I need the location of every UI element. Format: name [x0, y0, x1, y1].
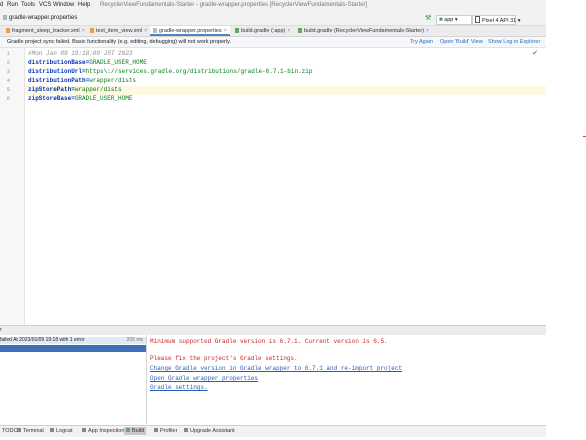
close-icon[interactable]: ×	[144, 28, 147, 34]
run-configuration-label: app	[444, 17, 454, 23]
show-log-link[interactable]: Show Log in Explorer	[488, 38, 540, 46]
terminal-icon	[17, 428, 21, 432]
tab-label: build.gradle (RecyclerViewFundamentals-S…	[304, 28, 425, 34]
tool-window-terminal[interactable]: Terminal	[15, 427, 46, 435]
code-editor[interactable]: #Mon Jan 09 19:18:09 JST 2023 distributi…	[25, 48, 546, 325]
breadcrumb[interactable]: gradle-wrapper.properties	[3, 15, 77, 21]
line-number: 2	[6, 59, 10, 66]
property-key: distributionBase	[28, 59, 86, 66]
tab-label: text_item_view.xml	[96, 28, 143, 34]
window-title: RecyclerViewFundamentals-Starter - gradl…	[100, 2, 368, 8]
code-line: zipStoreBase=GRADLE_USER_HOME	[28, 95, 133, 102]
menu-item-window[interactable]: Window	[53, 2, 74, 8]
line-number: 1	[6, 50, 10, 57]
properties-file-icon	[153, 28, 157, 33]
menu-item-help[interactable]: Help	[78, 2, 90, 8]
property-key: zipStoreBase	[28, 95, 72, 102]
sync-failed-banner: Gradle project sync failed. Basic functi…	[0, 37, 546, 48]
fix-message: Please fix the project's Gradle settings…	[150, 355, 298, 362]
desktop-background	[546, 0, 586, 440]
device-label: Pixel 4 API 31	[482, 18, 517, 24]
property-key: zipStorePath	[28, 86, 72, 93]
build-panel-title: r	[0, 327, 2, 333]
tool-window-bar: TODO Terminal Logcat App Inspection Buil…	[0, 425, 546, 437]
tab-gradle-wrapper-properties[interactable]: gradle-wrapper.properties ×	[150, 26, 230, 36]
xml-file-icon	[90, 28, 94, 33]
tab-label: gradle-wrapper.properties	[159, 28, 222, 34]
build-output: Minimum supported Gradle version is 6.7.…	[147, 335, 546, 424]
property-value: GRADLE_USER_HOME	[74, 95, 133, 102]
navigation-bar: gradle-wrapper.properties ⚒ ■ app ▾ Pixe…	[0, 14, 546, 26]
hammer-icon	[126, 428, 130, 432]
tool-window-profiler[interactable]: Profiler	[152, 427, 179, 435]
profiler-icon	[154, 428, 158, 432]
build-time: 205 ms	[126, 337, 143, 343]
property-value: wrapper/dists	[89, 77, 137, 84]
line-number: 3	[6, 68, 10, 75]
build-tree: failed At 2023/01/09 19:18 with 1 error …	[0, 335, 147, 424]
banner-message: Gradle project sync failed. Basic functi…	[7, 39, 231, 45]
menu-item-tools[interactable]: Tools	[21, 2, 35, 8]
code-line: zipStorePath=wrapper/dists	[28, 86, 122, 93]
close-icon[interactable]: ×	[287, 28, 290, 34]
tool-window-app-inspection[interactable]: App Inspection	[80, 427, 126, 435]
properties-file-icon	[3, 15, 7, 20]
property-key: distributionPath	[28, 77, 86, 84]
check-icon: ✔	[532, 50, 538, 57]
close-icon[interactable]: ×	[224, 28, 227, 34]
code-comment: #Mon Jan 09 19:18:09 JST 2023	[28, 50, 133, 57]
property-value: wrapper/dists	[74, 86, 122, 93]
inspection-icon	[82, 428, 86, 432]
breadcrumb-file: gradle-wrapper.properties	[9, 15, 78, 21]
tab-fragment-sleep-tracker[interactable]: fragment_sleep_tracker.xml ×	[6, 26, 85, 36]
build-result-row[interactable]: failed At 2023/01/09 19:18 with 1 error …	[0, 337, 146, 344]
tab-build-gradle-project[interactable]: build.gradle (RecyclerViewFundamentals-S…	[298, 26, 429, 36]
device-select[interactable]: Pixel 4 API 31 ▾	[472, 15, 521, 25]
android-icon: ■	[439, 17, 443, 23]
line-number: 6	[6, 95, 10, 102]
menu-item-vcs[interactable]: VCS	[39, 2, 51, 8]
hammer-icon[interactable]: ⚒	[425, 15, 431, 23]
title-bar: d Run Tools VCS Window Help RecyclerView…	[0, 0, 546, 14]
property-key: distributionUrl	[28, 68, 83, 75]
open-build-view-link[interactable]: Open 'Build' View	[440, 38, 483, 46]
close-icon[interactable]: ×	[426, 28, 429, 34]
tool-window-build[interactable]: Build	[124, 427, 147, 435]
editor-tabs: fragment_sleep_tracker.xml × text_item_vi…	[0, 26, 546, 37]
property-value: https\://services.gradle.org/distributio…	[85, 68, 313, 75]
open-gradle-wrapper-properties-link[interactable]: Open Gradle wrapper properties	[150, 375, 258, 382]
code-line: distributionBase=GRADLE_USER_HOME	[28, 59, 147, 66]
phone-icon	[475, 16, 480, 23]
selected-error-row[interactable]	[0, 345, 146, 352]
tool-window-upgrade-assistant[interactable]: Upgrade Assistant	[182, 427, 237, 435]
close-icon[interactable]: ×	[82, 28, 85, 34]
tab-build-gradle-app[interactable]: build.gradle (:app) ×	[235, 26, 291, 36]
menu-item-run[interactable]: Run	[7, 2, 18, 8]
error-message: Minimum supported Gradle version is 6.7.…	[150, 338, 388, 345]
gradle-icon	[298, 28, 302, 33]
upgrade-icon	[184, 428, 188, 432]
tab-label: fragment_sleep_tracker.xml	[12, 28, 80, 34]
tool-window-logcat[interactable]: Logcat	[48, 427, 75, 435]
tab-text-item-view[interactable]: text_item_view.xml ×	[90, 26, 147, 36]
line-number: 5	[6, 86, 10, 93]
property-value: GRADLE_USER_HOME	[89, 59, 147, 66]
change-gradle-version-link[interactable]: Change Gradle version in Gradle wrapper …	[150, 365, 402, 372]
try-again-link[interactable]: Try Again	[410, 38, 433, 46]
line-number-gutter: 1 2 3 4 5 6	[0, 48, 25, 325]
line-number: 4	[6, 77, 10, 84]
menu-item-d[interactable]: d	[0, 2, 3, 8]
code-line: distributionPath=wrapper/dists	[28, 77, 137, 84]
run-configuration-select[interactable]: ■ app ▾	[436, 15, 472, 25]
gradle-settings-link[interactable]: Gradle settings.	[150, 384, 208, 391]
gradle-icon	[235, 28, 239, 33]
code-line: #Mon Jan 09 19:18:09 JST 2023	[28, 50, 132, 57]
logcat-icon	[50, 428, 54, 432]
xml-file-icon	[6, 28, 10, 33]
tab-label: build.gradle (:app)	[241, 28, 286, 34]
build-summary: failed At 2023/01/09 19:18 with 1 error	[0, 337, 85, 343]
code-line: distributionUrl=https\://services.gradle…	[28, 68, 313, 75]
